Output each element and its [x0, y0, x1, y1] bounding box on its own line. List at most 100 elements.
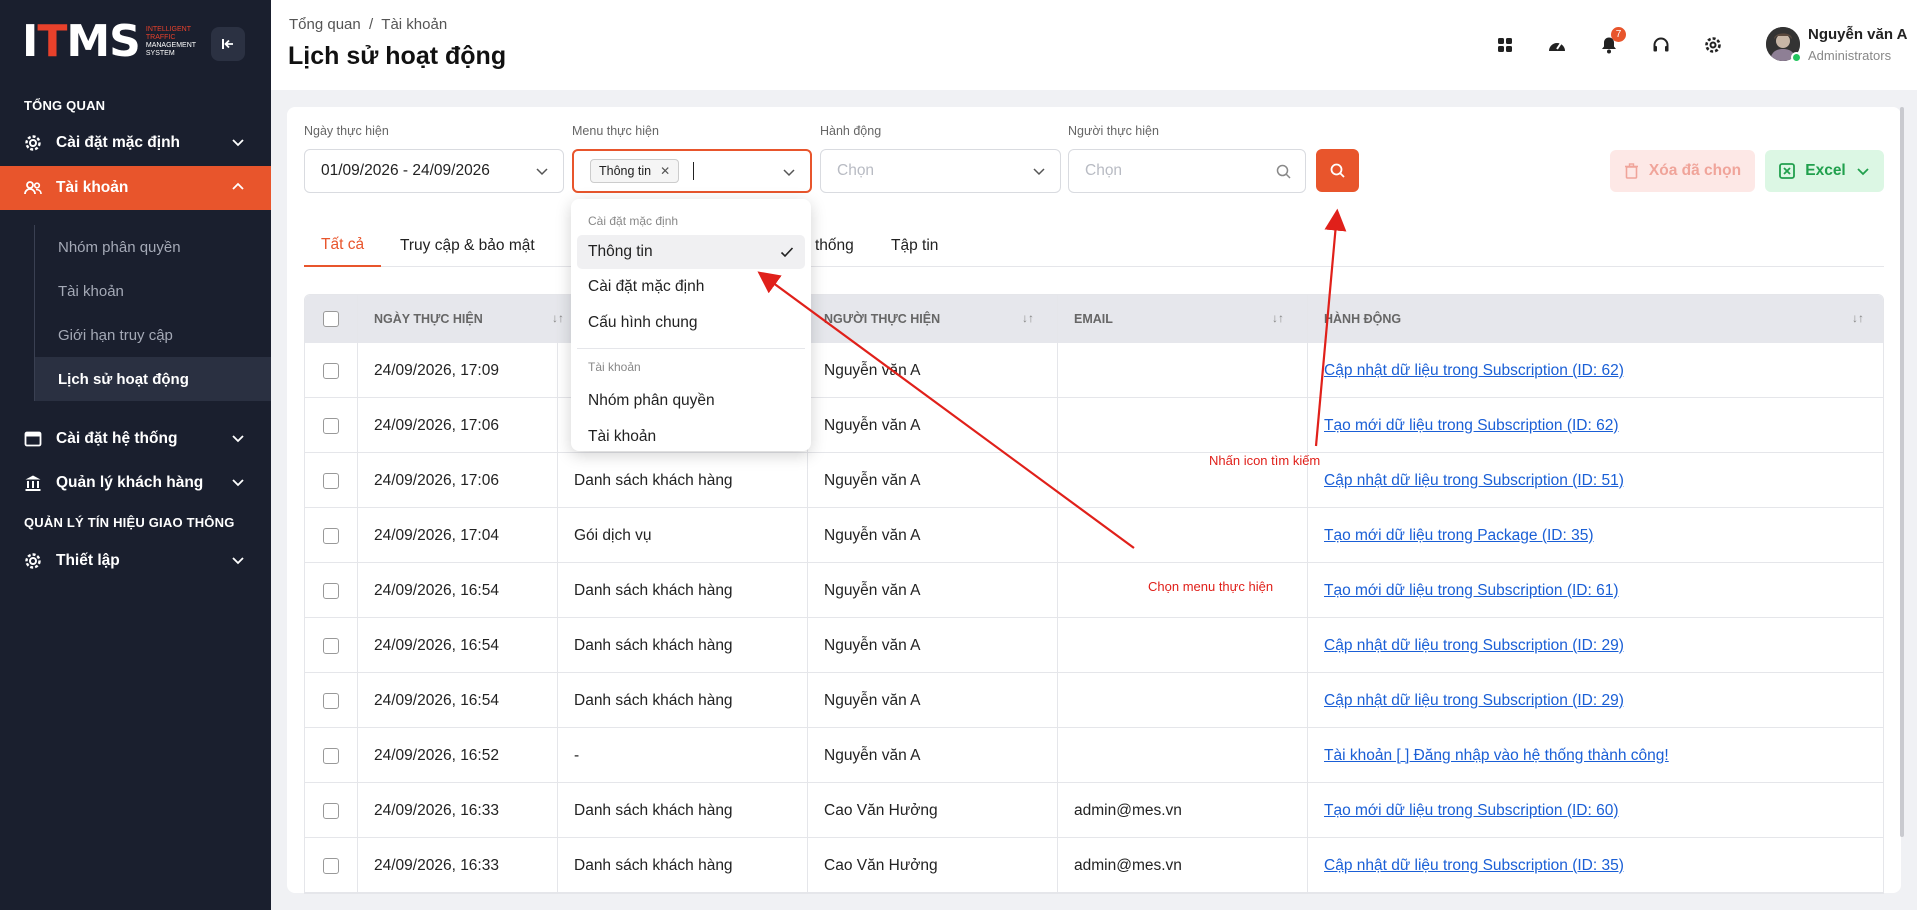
dropdown-option-info[interactable]: Thông tin — [577, 235, 805, 269]
tab-files[interactable]: Tập tin — [891, 224, 938, 267]
row-checkbox[interactable] — [323, 527, 339, 544]
cell-date: 24/09/2026, 16:33 — [374, 801, 499, 819]
dropdown-option-general-config[interactable]: Cấu hình chung — [577, 306, 805, 340]
column-header-email[interactable]: EMAIL ↓↑ — [1074, 295, 1284, 343]
row-checkbox[interactable] — [323, 637, 339, 654]
sort-icon[interactable]: ↓↑ — [1022, 311, 1034, 325]
dropdown-group-label: Cài đặt mặc định — [588, 214, 679, 228]
action-filter-label: Hành động — [820, 124, 882, 138]
sort-icon[interactable]: ↓↑ — [552, 311, 564, 325]
users-icon — [24, 179, 42, 197]
column-header-action[interactable]: HÀNH ĐỘNG ↓↑ — [1324, 295, 1864, 343]
dropdown-option-permission-groups[interactable]: Nhóm phân quyền — [577, 384, 805, 418]
cell-user: Nguyễn văn A — [824, 636, 921, 654]
search-icon — [1330, 163, 1345, 178]
menu-filter-label: Menu thực hiện — [572, 124, 659, 138]
support-button[interactable] — [1646, 30, 1676, 60]
column-header-user[interactable]: NGƯỜI THỰC HIỆN ↓↑ — [824, 295, 1034, 343]
row-checkbox[interactable] — [323, 472, 339, 489]
sidebar-item-default-settings[interactable]: Cài đặt mặc định — [0, 121, 271, 165]
row-checkbox[interactable] — [323, 362, 339, 379]
cell-action-link[interactable]: Tạo mới dữ liệu trong Subscription (ID: … — [1324, 783, 1619, 838]
cell-action-link[interactable]: Cập nhật dữ liệu trong Subscription (ID:… — [1324, 838, 1624, 893]
row-checkbox[interactable] — [323, 582, 339, 599]
table-row[interactable]: 24/09/2026, 16:33 Danh sách khách hàng Cao… — [305, 783, 1883, 838]
table-row[interactable]: 24/09/2026, 16:54 Danh sách khách hàng Ngu… — [305, 563, 1883, 618]
menu-dropdown: Cài đặt mặc định Thông tin Cài đặt mặc đ… — [571, 199, 811, 451]
table-row[interactable]: 24/09/2026, 17:04 Gói dịch vụ Nguyễn văn A… — [305, 508, 1883, 563]
gear-icon — [1705, 37, 1721, 53]
sidebar-item-system-settings[interactable]: Cài đặt hệ thống — [0, 417, 271, 461]
sidebar-item-setup[interactable]: Thiết lập — [0, 539, 271, 583]
row-checkbox[interactable] — [323, 692, 339, 709]
cell-menu: Danh sách khách hàng — [574, 856, 733, 874]
online-status-dot — [1791, 52, 1802, 63]
selected-menu-tag[interactable]: Thông tin ✕ — [590, 159, 680, 183]
delete-selected-button[interactable]: Xóa đã chọn — [1610, 150, 1755, 192]
cell-action-link[interactable]: Cập nhật dữ liệu trong Subscription (ID:… — [1324, 618, 1624, 673]
cell-menu: - — [574, 746, 580, 764]
excel-export-button[interactable]: Excel — [1765, 150, 1884, 192]
table-row[interactable]: 24/09/2026, 16:33 Danh sách khách hàng Cao… — [305, 838, 1883, 893]
column-divider — [557, 295, 558, 893]
table-row[interactable]: 24/09/2026, 16:52 - Nguyễn văn A Tài khoản … — [305, 728, 1883, 783]
cell-action-link[interactable]: Cập nhật dữ liệu trong Subscription (ID:… — [1324, 453, 1624, 508]
sidebar-subitem-permission-groups[interactable]: Nhóm phân quyền — [34, 225, 271, 269]
table-header: NGÀY THỰC HIỆN ↓↑ NGƯỜI THỰC HIỆN ↓↑ EMA… — [305, 295, 1883, 343]
sidebar-subitem-access-limits[interactable]: Giới hạn truy cập — [34, 313, 271, 357]
table-row[interactable]: 24/09/2026, 17:06 Danh sách khách hàng Ngu… — [305, 453, 1883, 508]
checkmark-icon — [780, 247, 794, 258]
table-row[interactable]: 24/09/2026, 17:06 Nguyễn văn A Tạo mới dữ … — [305, 398, 1883, 453]
table-row[interactable]: 24/09/2026, 16:54 Danh sách khách hàng Ngu… — [305, 618, 1883, 673]
user-search-field[interactable]: Chọn — [1068, 149, 1306, 193]
breadcrumb[interactable]: Tổng quan / Tài khoản — [289, 16, 447, 33]
page-scrollbar[interactable] — [1900, 107, 1904, 837]
cell-action-link[interactable]: Tạo mới dữ liệu trong Package (ID: 35) — [1324, 508, 1594, 563]
cell-action-link[interactable]: Cập nhật dữ liệu trong Subscription (ID:… — [1324, 673, 1624, 728]
search-icon — [1276, 164, 1291, 179]
column-header-date[interactable]: NGÀY THỰC HIỆN ↓↑ — [374, 295, 564, 343]
dashboard-button[interactable] — [1542, 30, 1572, 60]
row-checkbox[interactable] — [323, 747, 339, 764]
sort-icon[interactable]: ↓↑ — [1272, 311, 1284, 325]
cell-action-link[interactable]: Cập nhật dữ liệu trong Subscription (ID:… — [1324, 343, 1624, 398]
apps-grid-button[interactable] — [1490, 30, 1520, 60]
date-range-value: 01/09/2026 - 24/09/2026 — [321, 162, 490, 179]
sort-icon[interactable]: ↓↑ — [1852, 311, 1864, 325]
dropdown-option-accounts[interactable]: Tài khoản — [577, 420, 805, 451]
select-all-checkbox[interactable] — [323, 311, 339, 327]
app-logo[interactable]: ITMS INTELLIGENT TRAFFIC MANAGEMENT SYSTE… — [22, 20, 206, 64]
user-name[interactable]: Nguyễn văn A — [1808, 26, 1907, 43]
dropdown-option-default-settings[interactable]: Cài đặt mặc định — [577, 270, 805, 304]
row-checkbox[interactable] — [323, 802, 339, 819]
sidebar-subitem-accounts[interactable]: Tài khoản — [34, 269, 271, 313]
collapse-sidebar-button[interactable] — [211, 27, 245, 61]
cell-action-link[interactable]: Tạo mới dữ liệu trong Subscription (ID: … — [1324, 398, 1619, 453]
notifications-button[interactable]: 7 — [1594, 27, 1626, 60]
action-select[interactable]: Chọn — [820, 149, 1061, 193]
row-checkbox-cell — [323, 343, 339, 398]
user-filter-label: Người thực hiện — [1068, 124, 1159, 138]
table-row[interactable]: 24/09/2026, 16:54 Danh sách khách hàng Ngu… — [305, 673, 1883, 728]
sidebar-subitem-activity-history[interactable]: Lịch sử hoạt động — [34, 357, 271, 401]
table-row[interactable]: 24/09/2026, 17:09 Nguyễn văn A Cập nhật dữ… — [305, 343, 1883, 398]
menu-select[interactable]: Thông tin ✕ — [572, 149, 812, 193]
tab-access-security[interactable]: Truy cập & bảo mật — [400, 224, 535, 267]
sidebar-item-accounts[interactable]: Tài khoản — [0, 166, 271, 210]
action-select-placeholder: Chọn — [837, 162, 875, 179]
cell-user: Nguyễn văn A — [824, 746, 921, 764]
trash-icon — [1624, 163, 1638, 179]
row-checkbox[interactable] — [323, 417, 339, 434]
tab-system[interactable]: thống — [815, 224, 854, 267]
sidebar-item-customer-management[interactable]: Quản lý khách hàng — [0, 461, 271, 505]
row-checkbox[interactable] — [323, 857, 339, 874]
search-button[interactable] — [1316, 149, 1359, 192]
row-checkbox-cell — [323, 728, 339, 783]
date-range-picker[interactable]: 01/09/2026 - 24/09/2026 — [304, 149, 564, 193]
cell-action-link[interactable]: Tạo mới dữ liệu trong Subscription (ID: … — [1324, 563, 1619, 618]
remove-tag-icon[interactable]: ✕ — [660, 164, 670, 178]
cell-date: 24/09/2026, 17:04 — [374, 526, 499, 544]
cell-action-link[interactable]: Tài khoản [ ] Đăng nhập vào hệ thống thà… — [1324, 728, 1669, 783]
tab-all[interactable]: Tất cả — [304, 224, 382, 267]
settings-button[interactable] — [1698, 30, 1728, 60]
